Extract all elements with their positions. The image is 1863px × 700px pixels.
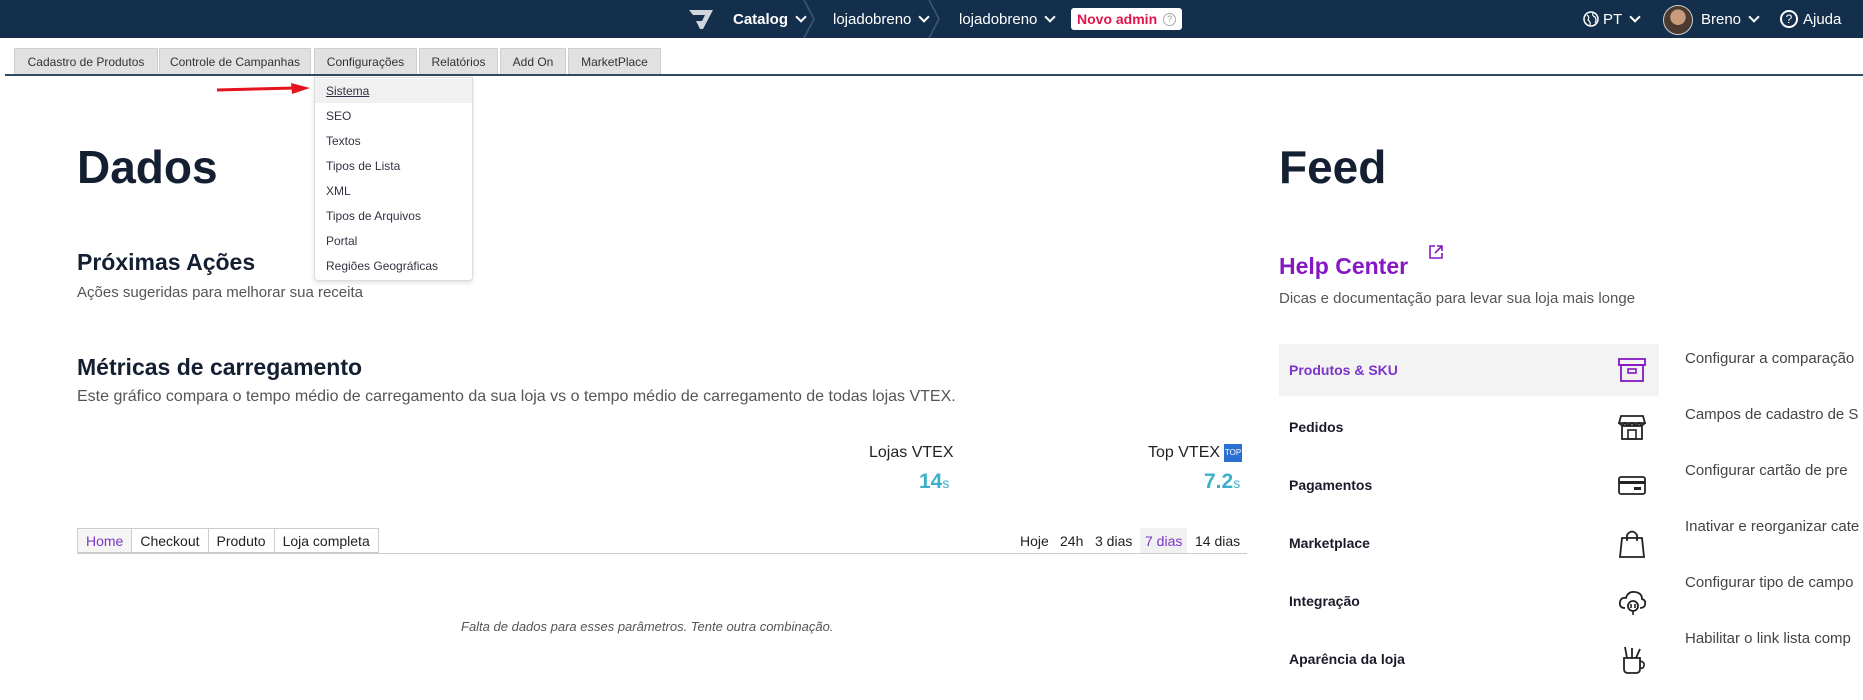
tab-relatorios[interactable]: Relatórios [419,48,498,74]
novo-admin-button[interactable]: Novo admin? [1071,8,1183,30]
dropdown-item-tipos-de-lista[interactable]: Tipos de Lista [315,154,472,178]
tab-marketplace[interactable]: MarketPlace [568,48,661,74]
metricas-subtitle: Este gráfico compara o tempo médio de ca… [77,388,956,405]
tab-cadastro-de-produtos[interactable]: Cadastro de Produtos [14,48,158,74]
tab-produto[interactable]: Produto [207,528,274,553]
proximas-acoes-title: Próximas Ações [77,249,256,275]
user-menu[interactable]: Breno [1701,0,1760,38]
question-circle-icon: ? [1780,10,1798,28]
tab-home[interactable]: Home [77,528,132,553]
feed-description[interactable]: Habilitar o link lista comp [1685,630,1851,647]
top-badge-icon: TOP [1224,444,1243,462]
top-vtex-unit: s [1233,475,1241,491]
shopping-bag-icon [1619,530,1645,558]
feed-item-label: Marketplace [1289,535,1370,551]
lojas-vtex-value: 14s [919,470,949,494]
feed-item-label: Pedidos [1289,419,1344,435]
tab-checkout[interactable]: Checkout [131,528,208,553]
feed-description[interactable]: Configurar a comparação [1685,350,1854,367]
feed-description[interactable]: Configurar tipo de campo [1685,574,1853,591]
feed-item-label: Integração [1289,593,1360,609]
top-vtex-label-text: Top VTEX [1148,444,1221,462]
lojas-vtex-number: 14 [919,470,943,493]
feed-item-label: Aparência da loja [1289,651,1405,667]
menu-divider [5,74,1863,76]
help-center-link[interactable]: Help Center [1279,253,1408,280]
dropdown-item-tipos-de-arquivos[interactable]: Tipos de Arquivos [315,204,472,228]
lojas-vtex-label: Lojas VTEX [869,444,954,461]
feed-item-marketplace[interactable]: Marketplace [1279,517,1659,569]
feed-description[interactable]: Configurar cartão de pre [1685,462,1848,479]
top-vtex-label: Top VTEX TOP [1148,444,1243,462]
dropdown-item-textos[interactable]: Textos [315,129,472,153]
feed-item-label: Pagamentos [1289,477,1373,493]
feed-item-pedidos[interactable]: Pedidos [1279,401,1659,453]
store-switcher[interactable]: lojadobreno [959,0,1057,38]
language-label: PT [1603,10,1623,28]
user-name: Breno [1701,10,1742,28]
question-icon: ? [1163,12,1177,26]
range-hoje[interactable]: Hoje [1015,528,1054,553]
top-vtex-value: 7.2s [1204,470,1240,494]
help-label: Ajuda [1803,10,1842,28]
archive-box-icon [1618,358,1646,382]
credit-card-icon [1618,476,1646,495]
novo-admin-label: Novo admin [1077,11,1158,27]
feed-title: Feed [1279,141,1387,193]
tab-add-on[interactable]: Add On [500,48,566,74]
top-navigation-bar: Catalog lojadobreno lojadobreno Novo adm… [0,0,1863,38]
feed-description[interactable]: Inativar e reorganizar cate [1685,518,1859,535]
globe-icon [1583,11,1599,27]
feed-item-produtos-sku[interactable]: Produtos & SKU [1279,344,1659,396]
proximas-acoes-subtitle: Ações sugeridas para melhorar sua receit… [77,284,363,301]
dropdown-item-portal[interactable]: Portal [315,229,472,253]
chevron-down-icon [1044,11,1057,23]
breadcrumb-separator-icon [928,0,940,38]
empty-state-message: Falta de dados para esses parâmetros. Te… [461,619,834,634]
help-center-subtitle: Dicas e documentação para levar sua loja… [1279,290,1636,307]
help-link[interactable]: ? Ajuda [1780,0,1841,38]
dropdown-item-regioes-geograficas[interactable]: Regiões Geográficas [315,254,472,278]
app-switcher[interactable]: Catalog [733,0,807,38]
range-14-dias[interactable]: 14 dias [1190,528,1245,553]
account-name: lojadobreno [833,10,912,28]
dropdown-item-sistema[interactable]: Sistema [315,79,472,103]
top-vtex-number: 7.2 [1204,470,1234,493]
feed-item-label: Produtos & SKU [1289,362,1398,378]
red-arrow-annotation-icon [216,83,310,94]
feed-item-pagamentos[interactable]: Pagamentos [1279,459,1659,511]
external-link-icon[interactable] [1428,244,1444,260]
page-type-tabs: Home Checkout Produto Loja completa [77,528,379,553]
app-name: Catalog [733,10,789,28]
tab-loja-completa[interactable]: Loja completa [273,528,379,553]
tab-configuracoes[interactable]: Configurações [314,48,417,74]
store-name: lojadobreno [959,10,1038,28]
dropdown-item-seo[interactable]: SEO [315,104,472,128]
configuracoes-dropdown: Sistema SEO Textos Tipos de Lista XML Ti… [314,77,473,281]
account-switcher[interactable]: lojadobreno [833,0,931,38]
range-24h[interactable]: 24h [1055,528,1088,553]
tab-controle-de-campanhas[interactable]: Controle de Campanhas [159,48,311,74]
store-icon [1617,415,1647,440]
dados-title: Dados [77,141,218,193]
breadcrumb-separator-icon [803,0,815,38]
cloud-plug-icon [1618,590,1647,615]
feed-item-aparencia-da-loja[interactable]: Aparência da loja [1279,633,1659,685]
range-7-dias[interactable]: 7 dias [1140,528,1188,553]
tabs-underline [77,553,1247,554]
language-selector[interactable]: PT [1583,0,1641,38]
avatar[interactable] [1663,5,1693,35]
range-3-dias[interactable]: 3 dias [1090,528,1137,553]
feed-description[interactable]: Campos de cadastro de S [1685,406,1858,423]
lojas-vtex-unit: s [942,475,950,491]
chevron-down-icon [1748,11,1760,23]
chevron-down-icon [1629,11,1641,23]
feed-item-integracao[interactable]: Integração [1279,575,1659,627]
vtex-logo-icon[interactable] [688,8,714,30]
brush-cup-icon [1623,646,1645,674]
metricas-title: Métricas de carregamento [77,354,363,380]
dropdown-item-xml[interactable]: XML [315,179,472,203]
